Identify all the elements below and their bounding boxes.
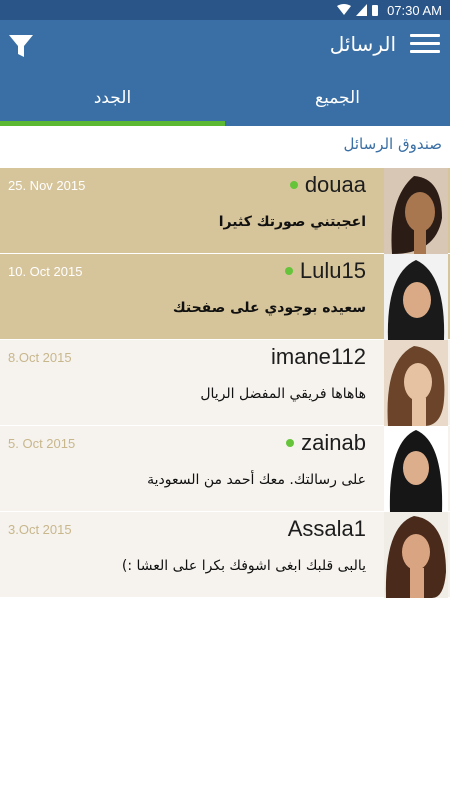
sender-name: douaa — [304, 172, 366, 197]
menu-icon — [410, 34, 440, 37]
online-status-icon — [289, 181, 298, 189]
avatar[interactable] — [384, 426, 448, 512]
online-status-icon — [284, 267, 293, 275]
message-row[interactable]: 3.Oct 2015 Assala1 يالبى قلبك ابغى اشوفك… — [0, 512, 450, 598]
message-preview: على رسالتك. معك أحمد من السعودية — [147, 472, 366, 488]
menu-icon-bar — [410, 42, 440, 45]
filter-icon — [9, 35, 33, 57]
message-row[interactable]: 8.Oct 2015 imane112 هاهاها فريقي المفضل … — [0, 340, 450, 426]
app-bar: الرسائل — [0, 20, 450, 72]
status-time: 07:30 AM — [387, 2, 442, 18]
message-row[interactable]: 10. Oct 2015 Lulu15 سعيده بوجودي على صفح… — [0, 254, 450, 340]
avatar-photo — [384, 168, 448, 254]
sender: Assala1 — [288, 516, 366, 542]
message-row[interactable]: 25. Nov 2015 douaa اعجبتني صورتك كثيرا — [0, 168, 450, 254]
cellular-icon — [356, 4, 368, 16]
sender-name: Lulu15 — [299, 258, 366, 283]
menu-button[interactable] — [410, 34, 440, 58]
avatar-photo — [384, 512, 448, 598]
avatar[interactable] — [384, 168, 448, 254]
message-date: 25. Nov 2015 — [8, 178, 86, 193]
tab-new[interactable]: الجدد — [0, 72, 225, 126]
sender: zainab — [286, 430, 366, 456]
section-title: صندوق الرسائل — [343, 135, 442, 153]
sender-name: imane112 — [271, 344, 366, 369]
battery-icon — [372, 4, 379, 16]
avatar[interactable] — [384, 512, 448, 598]
online-status-icon — [286, 439, 295, 447]
menu-icon-bar — [410, 50, 440, 53]
message-list: 25. Nov 2015 douaa اعجبتني صورتك كثيرا 1… — [0, 168, 450, 598]
message-date: 3.Oct 2015 — [8, 522, 72, 537]
message-date: 8.Oct 2015 — [8, 350, 72, 365]
sender: douaa — [289, 172, 366, 198]
sender-name: zainab — [301, 430, 366, 455]
wifi-icon — [337, 4, 352, 15]
message-row[interactable]: 5. Oct 2015 zainab على رسالتك. معك أحمد … — [0, 426, 450, 512]
message-date: 5. Oct 2015 — [8, 436, 76, 451]
tab-active-indicator — [0, 121, 225, 126]
message-preview: هاهاها فريقي المفضل الريال — [200, 386, 366, 402]
avatar[interactable] — [384, 340, 448, 426]
page-title: الرسائل — [329, 32, 396, 56]
avatar-photo — [384, 340, 448, 426]
status-bar: 07:30 AM — [0, 0, 450, 20]
avatar[interactable] — [384, 254, 448, 340]
message-preview: يالبى قلبك ابغى اشوفك بكرا على العشا :) — [121, 558, 366, 574]
message-preview: اعجبتني صورتك كثيرا — [218, 214, 366, 230]
sender: Lulu15 — [284, 258, 366, 284]
filter-button[interactable] — [6, 31, 36, 61]
avatar-photo — [384, 254, 448, 340]
status-icons: 07:30 AM — [337, 2, 442, 18]
sender-name: Assala1 — [287, 516, 366, 541]
message-preview: سعيده بوجودي على صفحتك — [172, 300, 366, 316]
tab-bar: الجدد الجميع — [0, 72, 450, 126]
tab-all[interactable]: الجميع — [225, 72, 450, 126]
sender: imane112 — [271, 344, 366, 370]
avatar-photo — [384, 426, 448, 512]
tab-all-label: الجميع — [315, 88, 360, 108]
tab-new-label: الجدد — [93, 88, 132, 108]
message-date: 10. Oct 2015 — [8, 264, 83, 279]
